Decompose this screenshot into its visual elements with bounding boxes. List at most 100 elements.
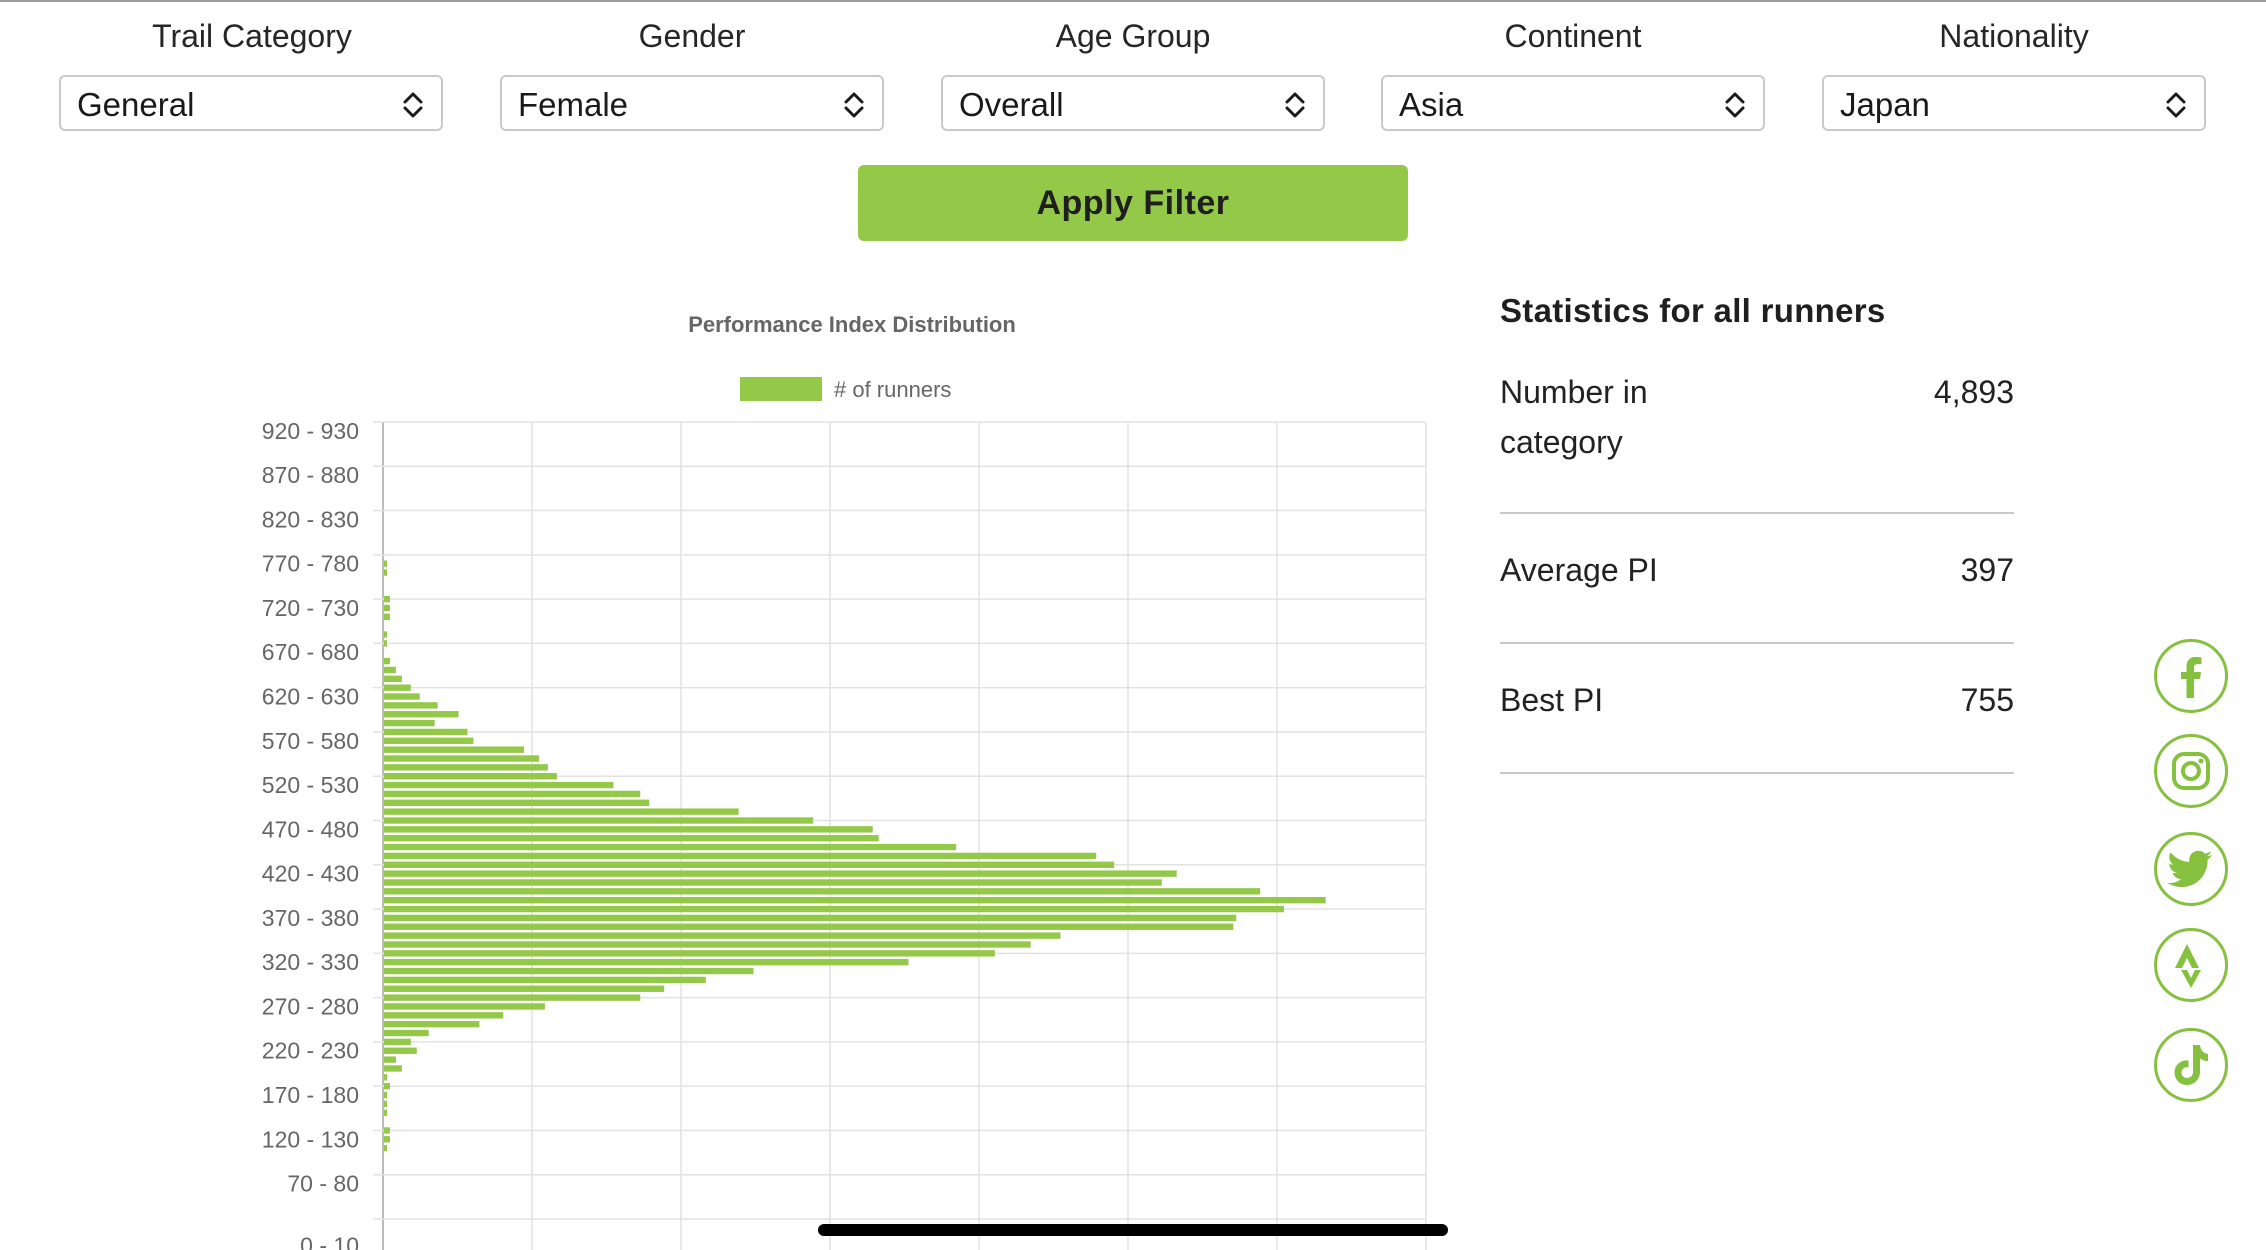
bar-430-440[interactable] xyxy=(384,861,1115,868)
bar-230-240[interactable] xyxy=(384,1038,411,1046)
nationality-select[interactable]: Japan xyxy=(1822,75,2206,131)
bar-110-120[interactable] xyxy=(384,1144,387,1152)
bar-300-310[interactable] xyxy=(384,976,706,984)
bar-530-540[interactable] xyxy=(384,773,557,780)
tiktok-link[interactable] xyxy=(2154,1028,2228,1102)
bar-490-500[interactable] xyxy=(384,808,739,815)
continent-select[interactable]: Asia xyxy=(1381,75,1765,131)
bar-150-160[interactable] xyxy=(384,1109,387,1116)
facebook-icon xyxy=(2181,657,2202,698)
bar-480-490[interactable] xyxy=(384,817,814,824)
bar-560-570[interactable] xyxy=(384,746,525,753)
bar-650-660[interactable] xyxy=(384,666,396,674)
bar-210-220[interactable] xyxy=(384,1056,396,1063)
bar-120-130[interactable] xyxy=(384,1136,390,1143)
bar-730-740[interactable] xyxy=(384,595,390,603)
bar-610-620[interactable] xyxy=(384,702,438,709)
bar-620-630[interactable] xyxy=(384,693,420,700)
chart-y-ticks: 920 - 930 870 - 880 820 - 830 770 - 780 720 … xyxy=(262,418,359,1250)
bar-720-730[interactable] xyxy=(384,604,390,612)
bar-310-320[interactable] xyxy=(384,967,754,975)
bar-320-330[interactable] xyxy=(384,959,909,966)
bar-130-140[interactable] xyxy=(384,1127,390,1134)
bar-540-550[interactable] xyxy=(384,764,548,771)
bar-360-370[interactable] xyxy=(384,923,1234,930)
bar-280-290[interactable] xyxy=(384,994,641,1001)
bar-460-470[interactable] xyxy=(384,835,879,842)
stat-value-number-in-category: 4,893 xyxy=(1933,374,2014,410)
bar-590-600[interactable] xyxy=(384,719,435,727)
facebook-link[interactable] xyxy=(2154,639,2228,713)
y-tick-label: 170 - 180 xyxy=(262,1082,359,1108)
bar-630-640[interactable] xyxy=(384,684,411,691)
bar-170-180[interactable] xyxy=(384,1091,387,1099)
performance-index-chart: Performance Index Distribution # of runn… xyxy=(262,312,1427,1250)
y-tick-label: 270 - 280 xyxy=(262,993,359,1019)
bar-410-420[interactable] xyxy=(384,879,1162,886)
stat-value-average-pi: 397 xyxy=(1960,552,2014,588)
bar-220-230[interactable] xyxy=(384,1047,417,1054)
bar-570-580[interactable] xyxy=(384,737,474,744)
bar-400-410[interactable] xyxy=(384,888,1261,895)
chevron-updown-icon xyxy=(403,92,423,118)
stat-divider xyxy=(1500,512,2014,514)
bar-180-190[interactable] xyxy=(384,1082,390,1090)
bar-450-460[interactable] xyxy=(384,843,957,851)
bar-340-350[interactable] xyxy=(384,941,1031,948)
chevron-updown-icon xyxy=(2166,92,2186,118)
bar-330-340[interactable] xyxy=(384,950,995,957)
bar-240-250[interactable] xyxy=(384,1029,429,1037)
bar-160-170[interactable] xyxy=(384,1100,387,1108)
bar-470-480[interactable] xyxy=(384,826,873,833)
bar-390-400[interactable] xyxy=(384,897,1326,904)
bar-550-560[interactable] xyxy=(384,755,539,762)
legend-label[interactable]: # of runners xyxy=(834,377,951,402)
y-tick-label: 920 - 930 xyxy=(262,418,359,444)
bar-190-200[interactable] xyxy=(384,1074,387,1081)
stat-label-number-in-category: Number in category xyxy=(1500,367,1648,467)
bar-580-590[interactable] xyxy=(384,728,468,736)
bar-760-770[interactable] xyxy=(384,569,387,576)
bar-770-780[interactable] xyxy=(384,560,387,567)
bar-660-670[interactable] xyxy=(384,657,390,665)
strava-link[interactable] xyxy=(2154,928,2228,1002)
y-tick-label: 370 - 380 xyxy=(262,905,359,931)
stat-divider xyxy=(1500,772,2014,774)
bar-420-430[interactable] xyxy=(384,870,1177,877)
bar-370-380[interactable] xyxy=(384,914,1237,922)
apply-filter-button[interactable]: Apply Filter xyxy=(858,165,1408,241)
bar-380-390[interactable] xyxy=(384,905,1284,913)
age-group-select[interactable]: Overall xyxy=(941,75,1325,131)
bar-710-720[interactable] xyxy=(384,613,390,621)
filter-label-nationality: Nationality xyxy=(1939,18,2089,54)
bar-510-520[interactable] xyxy=(384,790,641,798)
chart-bars xyxy=(384,560,1326,1152)
bar-640-650[interactable] xyxy=(384,675,402,683)
bar-520-530[interactable] xyxy=(384,781,614,789)
bar-270-280[interactable] xyxy=(384,1003,545,1010)
y-tick-label: 120 - 130 xyxy=(262,1126,359,1152)
stat-value-best-pi: 755 xyxy=(1960,682,2014,718)
bar-440-450[interactable] xyxy=(384,852,1097,860)
chevron-updown-icon xyxy=(1285,92,1305,118)
stat-label-best-pi: Best PI xyxy=(1500,682,1604,718)
bar-290-300[interactable] xyxy=(384,985,665,992)
bar-200-210[interactable] xyxy=(384,1065,402,1072)
bar-690-700[interactable] xyxy=(384,631,387,638)
bar-250-260[interactable] xyxy=(384,1020,480,1028)
bar-680-690[interactable] xyxy=(384,640,387,647)
filter-label-continent: Continent xyxy=(1504,18,1642,54)
bar-260-270[interactable] xyxy=(384,1012,504,1019)
bar-500-510[interactable] xyxy=(384,799,650,806)
stat-label-line1: Number in xyxy=(1500,374,1648,410)
instagram-link[interactable] xyxy=(2154,734,2228,808)
gender-value: Female xyxy=(518,86,629,123)
gender-select[interactable]: Female xyxy=(500,75,884,131)
trail-category-select[interactable]: General xyxy=(59,75,443,131)
bar-350-360[interactable] xyxy=(384,932,1061,939)
y-tick-label: 520 - 530 xyxy=(262,772,359,798)
bar-600-610[interactable] xyxy=(384,711,459,718)
y-tick-label: 420 - 430 xyxy=(262,861,359,887)
y-tick-label: 70 - 80 xyxy=(287,1171,359,1197)
twitter-link[interactable] xyxy=(2154,832,2228,906)
